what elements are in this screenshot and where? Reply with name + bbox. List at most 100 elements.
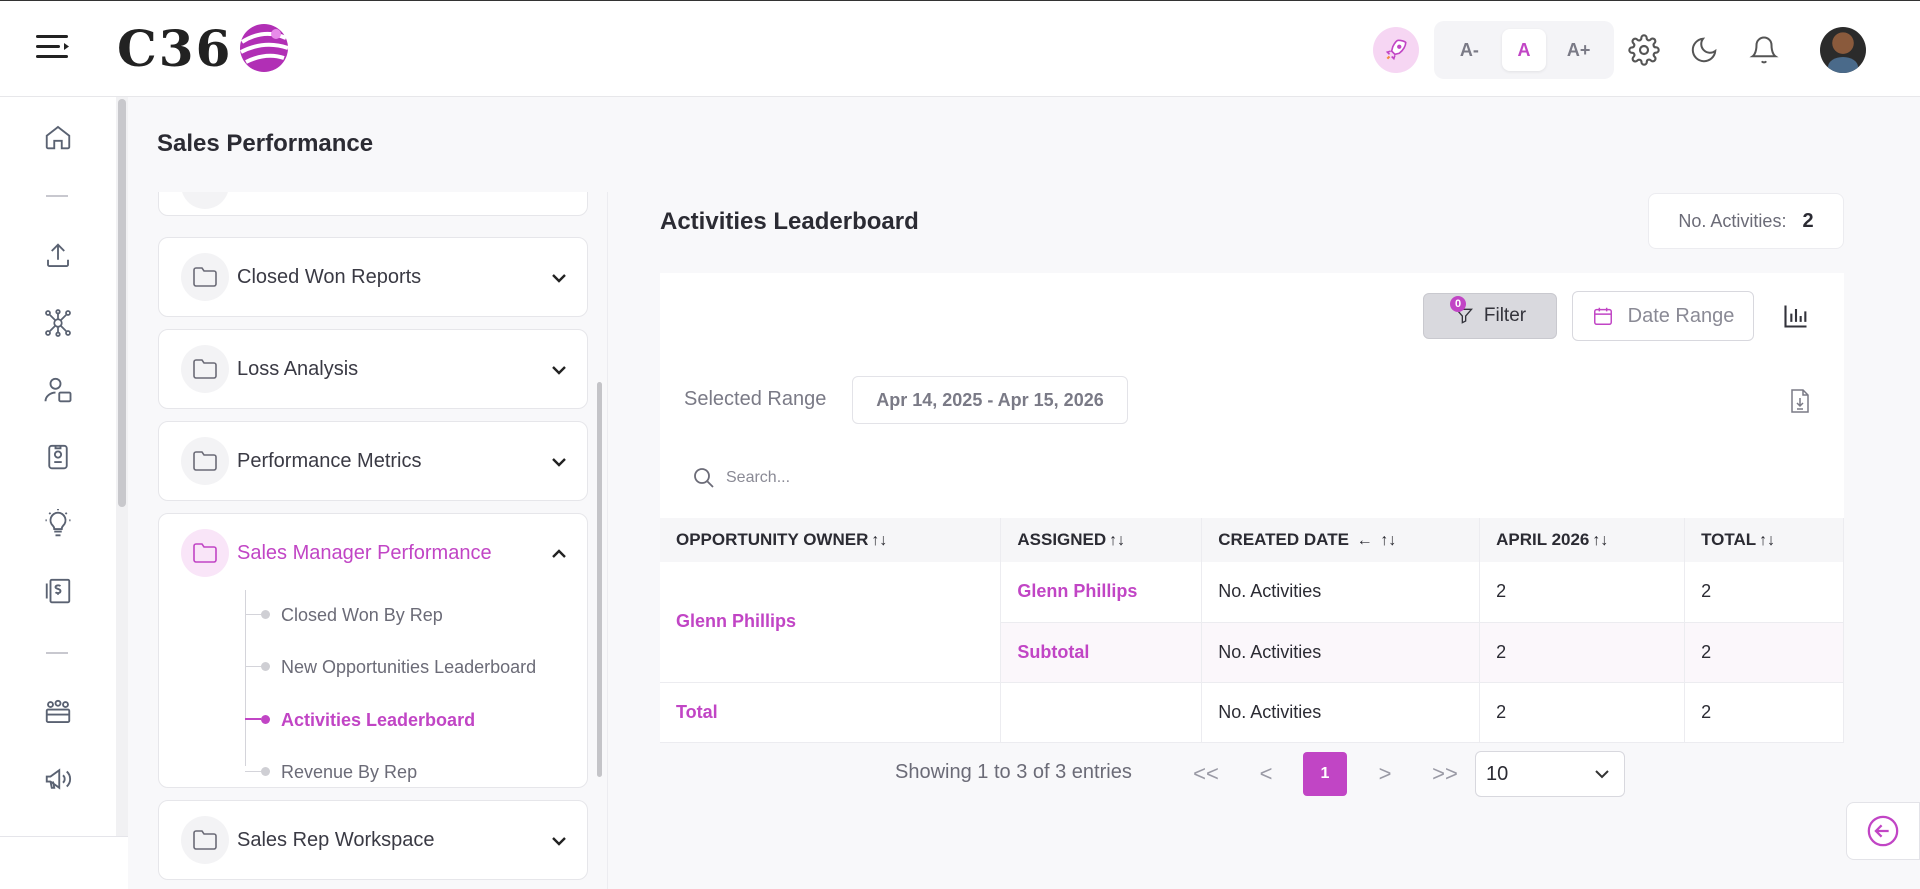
billing-icon[interactable] <box>38 571 78 611</box>
folder-header[interactable]: Loss Analysis <box>159 330 587 408</box>
font-decrease-button[interactable]: A- <box>1447 29 1491 71</box>
date-range-label: Date Range <box>1627 304 1735 327</box>
selected-range-label: Selected Range <box>684 388 827 410</box>
folder-icon <box>193 543 217 563</box>
dark-mode-moon-icon[interactable] <box>1687 33 1721 67</box>
subreport-revenue-by-rep[interactable]: Revenue By Rep <box>245 757 575 787</box>
folder-label: Closed Won Reports <box>237 266 422 288</box>
previous-page-button[interactable]: < <box>1244 752 1288 796</box>
network-icon[interactable] <box>38 303 78 343</box>
owner-cell[interactable]: Glenn Phillips <box>660 562 1002 683</box>
tree-dot <box>261 610 270 619</box>
user-avatar[interactable] <box>1820 27 1866 73</box>
subreport-new-opportunities-leaderboard[interactable]: New Opportunities Leaderboard <box>245 652 575 682</box>
sort-icon[interactable]: ↑↓ <box>1592 532 1608 549</box>
folder-label: Performance Metrics <box>237 450 422 472</box>
page-size-value: 10 <box>1486 762 1509 785</box>
upload-icon[interactable] <box>38 236 78 276</box>
export-file-icon[interactable] <box>1786 386 1814 416</box>
top-header: C36 A- A A+ <box>0 0 1920 97</box>
folder-card-closed-won-reports[interactable]: Closed Won Reports <box>158 237 588 317</box>
chevron-down-icon[interactable] <box>549 268 569 288</box>
column-header-total[interactable]: TOTAL ↑↓ <box>1684 518 1844 562</box>
chevron-down-icon[interactable] <box>549 360 569 380</box>
font-increase-button[interactable]: A+ <box>1557 29 1601 71</box>
chevron-down-icon[interactable] <box>549 452 569 472</box>
column-header-created-date[interactable]: CREATED DATE ← ↑↓ <box>1201 518 1481 562</box>
folder-tree-scrollbar[interactable] <box>597 192 605 889</box>
folder-card-performance-metrics[interactable]: Performance Metrics <box>158 421 588 501</box>
collapse-panel-button[interactable] <box>1846 802 1920 860</box>
assigned-cell[interactable]: Glenn Phillips <box>1000 562 1203 623</box>
notifications-bell-icon[interactable] <box>1747 33 1781 67</box>
first-page-button[interactable]: << <box>1184 752 1228 796</box>
app-logo[interactable]: C36 <box>117 13 292 83</box>
megaphone-icon[interactable] <box>38 759 78 799</box>
subreport-label: Activities Leaderboard <box>281 710 476 730</box>
menu-toggle-icon[interactable] <box>36 33 70 61</box>
folder-header[interactable]: Sales Manager Performance <box>159 514 587 592</box>
column-header-opportunity-owner[interactable]: OPPORTUNITY OWNER ↑↓ <box>660 518 1002 562</box>
team-icon[interactable] <box>38 692 78 732</box>
table-search <box>684 456 1084 500</box>
subreport-activities-leaderboard[interactable]: Activities Leaderboard <box>245 705 575 735</box>
folder-icon-wrap <box>181 816 229 864</box>
settings-gear-icon[interactable] <box>1627 33 1661 67</box>
table-row-total: Total No. Activities 2 2 <box>660 682 1844 743</box>
chevron-down-icon <box>1595 770 1609 779</box>
sort-icon[interactable]: ↑↓ <box>1109 532 1125 549</box>
user-id-icon[interactable] <box>38 370 78 410</box>
chevron-down-icon[interactable] <box>549 831 569 851</box>
subreport-closed-won-by-rep[interactable]: Closed Won By Rep <box>245 600 575 630</box>
rail-divider <box>46 652 68 654</box>
sidebar-footer <box>0 836 128 889</box>
logo-text: C36 <box>117 18 233 78</box>
badge-icon[interactable] <box>38 437 78 477</box>
subreport-label: Revenue By Rep <box>281 762 418 782</box>
subtotal-label-cell: Subtotal <box>1000 622 1203 683</box>
folder-tree-scrollbar-thumb[interactable] <box>597 382 602 777</box>
filter-button[interactable]: Filter <box>1423 293 1557 339</box>
rocket-icon <box>1385 39 1407 61</box>
column-header-april-2026[interactable]: APRIL 2026 ↑↓ <box>1479 518 1686 562</box>
search-input[interactable] <box>726 462 1066 494</box>
folder-card-sales-manager-performance[interactable]: Sales Manager Performance Closed Won By … <box>158 513 588 788</box>
sidebar-scrollbar-thumb[interactable] <box>118 99 126 507</box>
sort-icon[interactable]: ↑↓ <box>1380 532 1396 549</box>
sort-icon[interactable]: ↑↓ <box>1759 532 1775 549</box>
next-page-button[interactable]: > <box>1363 752 1407 796</box>
count-label: No. Activities: <box>1678 210 1787 231</box>
folder-header[interactable]: Closed Won Reports <box>159 238 587 316</box>
last-page-button[interactable]: >> <box>1423 752 1467 796</box>
home-icon[interactable] <box>38 117 78 157</box>
lightbulb-icon[interactable] <box>38 504 78 544</box>
pagination-info: Showing 1 to 3 of 3 entries <box>895 761 1132 783</box>
icon-sidebar <box>0 97 116 889</box>
date-range-button[interactable]: Date Range <box>1572 291 1754 341</box>
tree-branch <box>245 614 261 615</box>
rocket-button[interactable] <box>1373 27 1419 73</box>
sort-direction-icon[interactable]: ← <box>1357 532 1373 549</box>
column-header-assigned[interactable]: ASSIGNED ↑↓ <box>1000 518 1203 562</box>
page-1-button[interactable]: 1 <box>1303 752 1347 796</box>
subtotal-measure-cell: No. Activities <box>1201 622 1481 683</box>
sort-icon[interactable]: ↑↓ <box>871 532 887 549</box>
folder-card-loss-analysis[interactable]: Loss Analysis <box>158 329 588 409</box>
chevron-up-icon[interactable] <box>549 544 569 564</box>
page-size-select[interactable]: 10 <box>1475 751 1625 797</box>
folder-header[interactable]: Performance Metrics <box>159 422 587 500</box>
folder-icon <box>193 359 217 379</box>
font-size-switcher: A- A A+ <box>1434 21 1614 79</box>
subreport-label: New Opportunities Leaderboard <box>281 657 537 677</box>
measure-cell: No. Activities <box>1201 562 1481 623</box>
tree-branch <box>245 718 261 720</box>
tree-branch <box>245 666 261 667</box>
folder-card-sales-rep-workspace[interactable]: Sales Rep Workspace <box>158 800 588 880</box>
sidebar-scrollbar[interactable] <box>116 97 128 889</box>
folder-header[interactable]: Sales Rep Workspace <box>159 801 587 879</box>
folder-card-partial[interactable] <box>158 192 588 216</box>
folder-icon-wrap <box>181 192 229 209</box>
font-default-button[interactable]: A <box>1501 29 1546 71</box>
filter-label: Filter <box>1483 305 1527 326</box>
bar-chart-icon[interactable] <box>1778 298 1814 334</box>
